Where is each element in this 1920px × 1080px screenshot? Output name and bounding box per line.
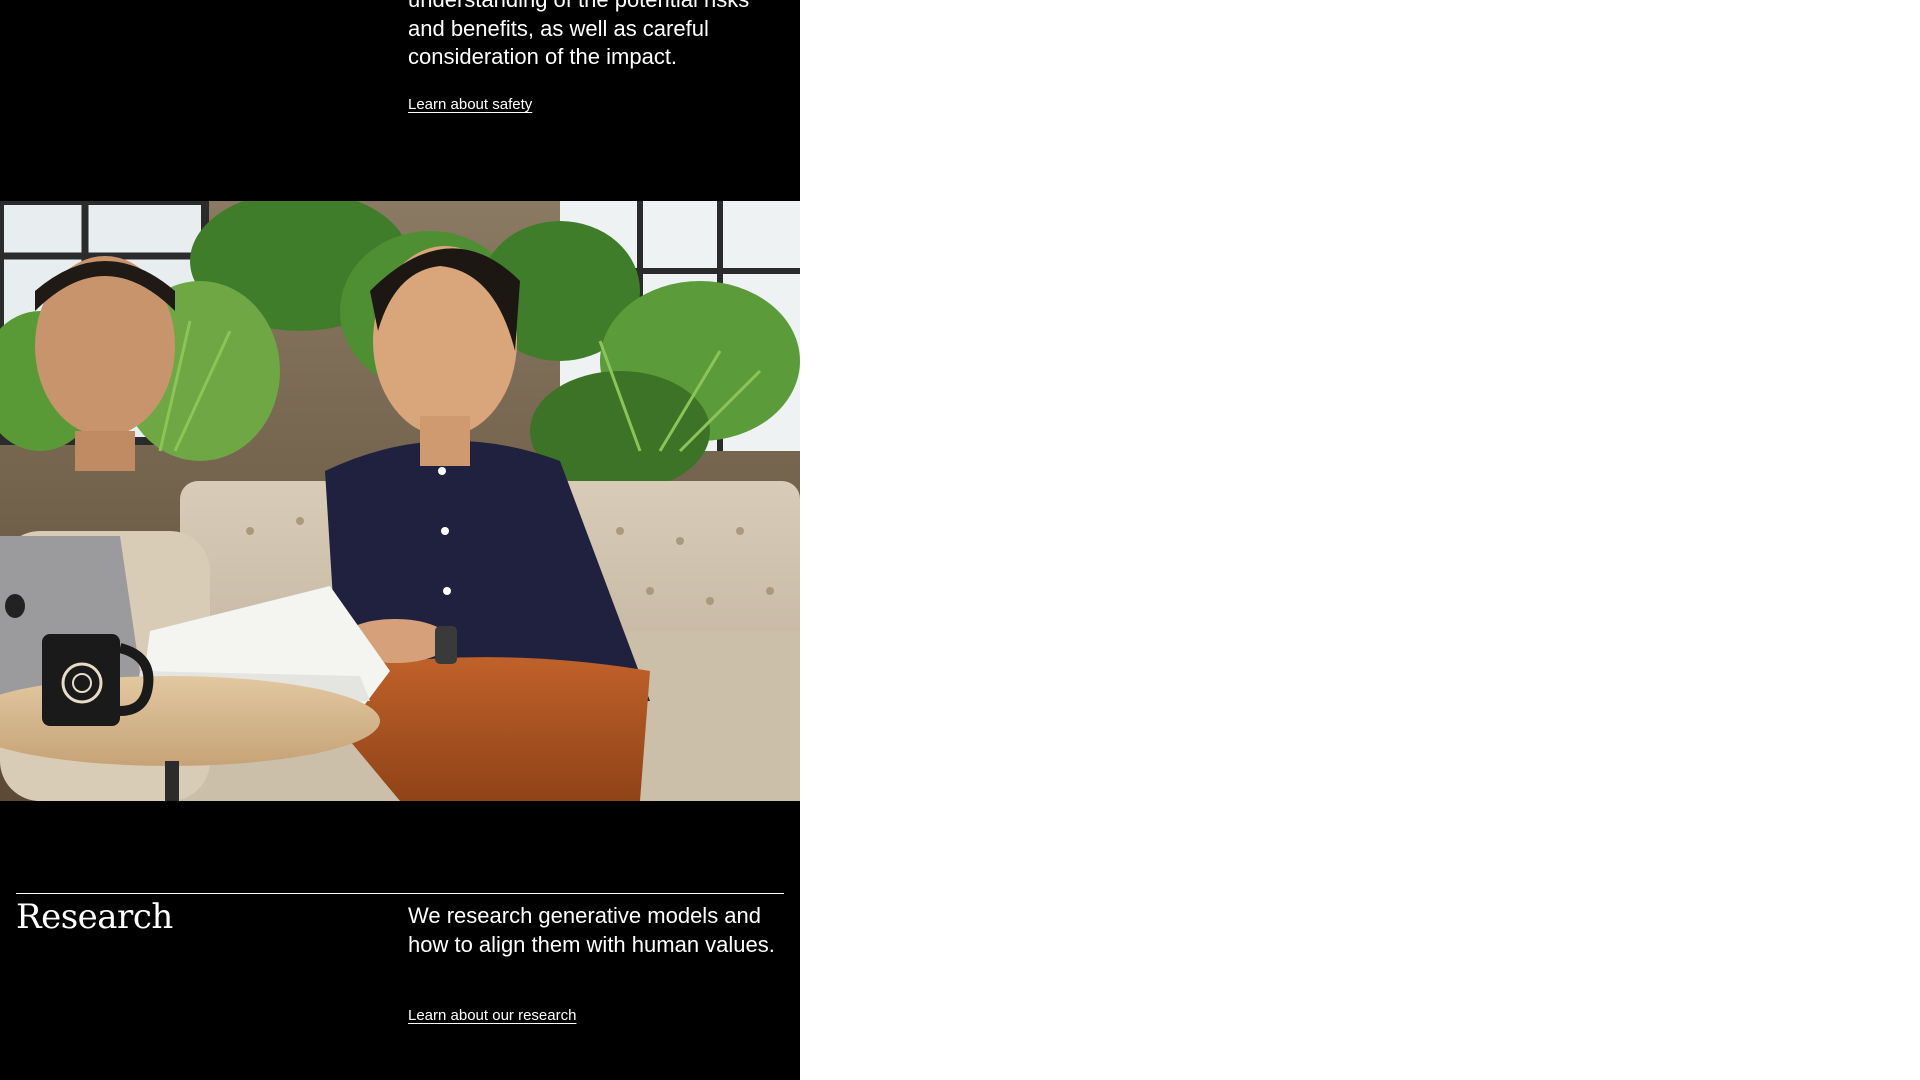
team-photo	[0, 201, 800, 801]
research-description: We research generative models and how to…	[408, 903, 775, 957]
research-heading: Research	[16, 897, 173, 937]
safety-description: understanding of the potential risks and…	[408, 0, 749, 70]
learn-about-safety-link[interactable]: Learn about safety	[408, 96, 532, 113]
content-section: understanding of the potential risks and…	[0, 0, 800, 1080]
learn-about-research-link[interactable]: Learn about our research	[408, 1007, 576, 1024]
section-divider	[16, 893, 784, 894]
team-photo-image	[0, 201, 800, 801]
